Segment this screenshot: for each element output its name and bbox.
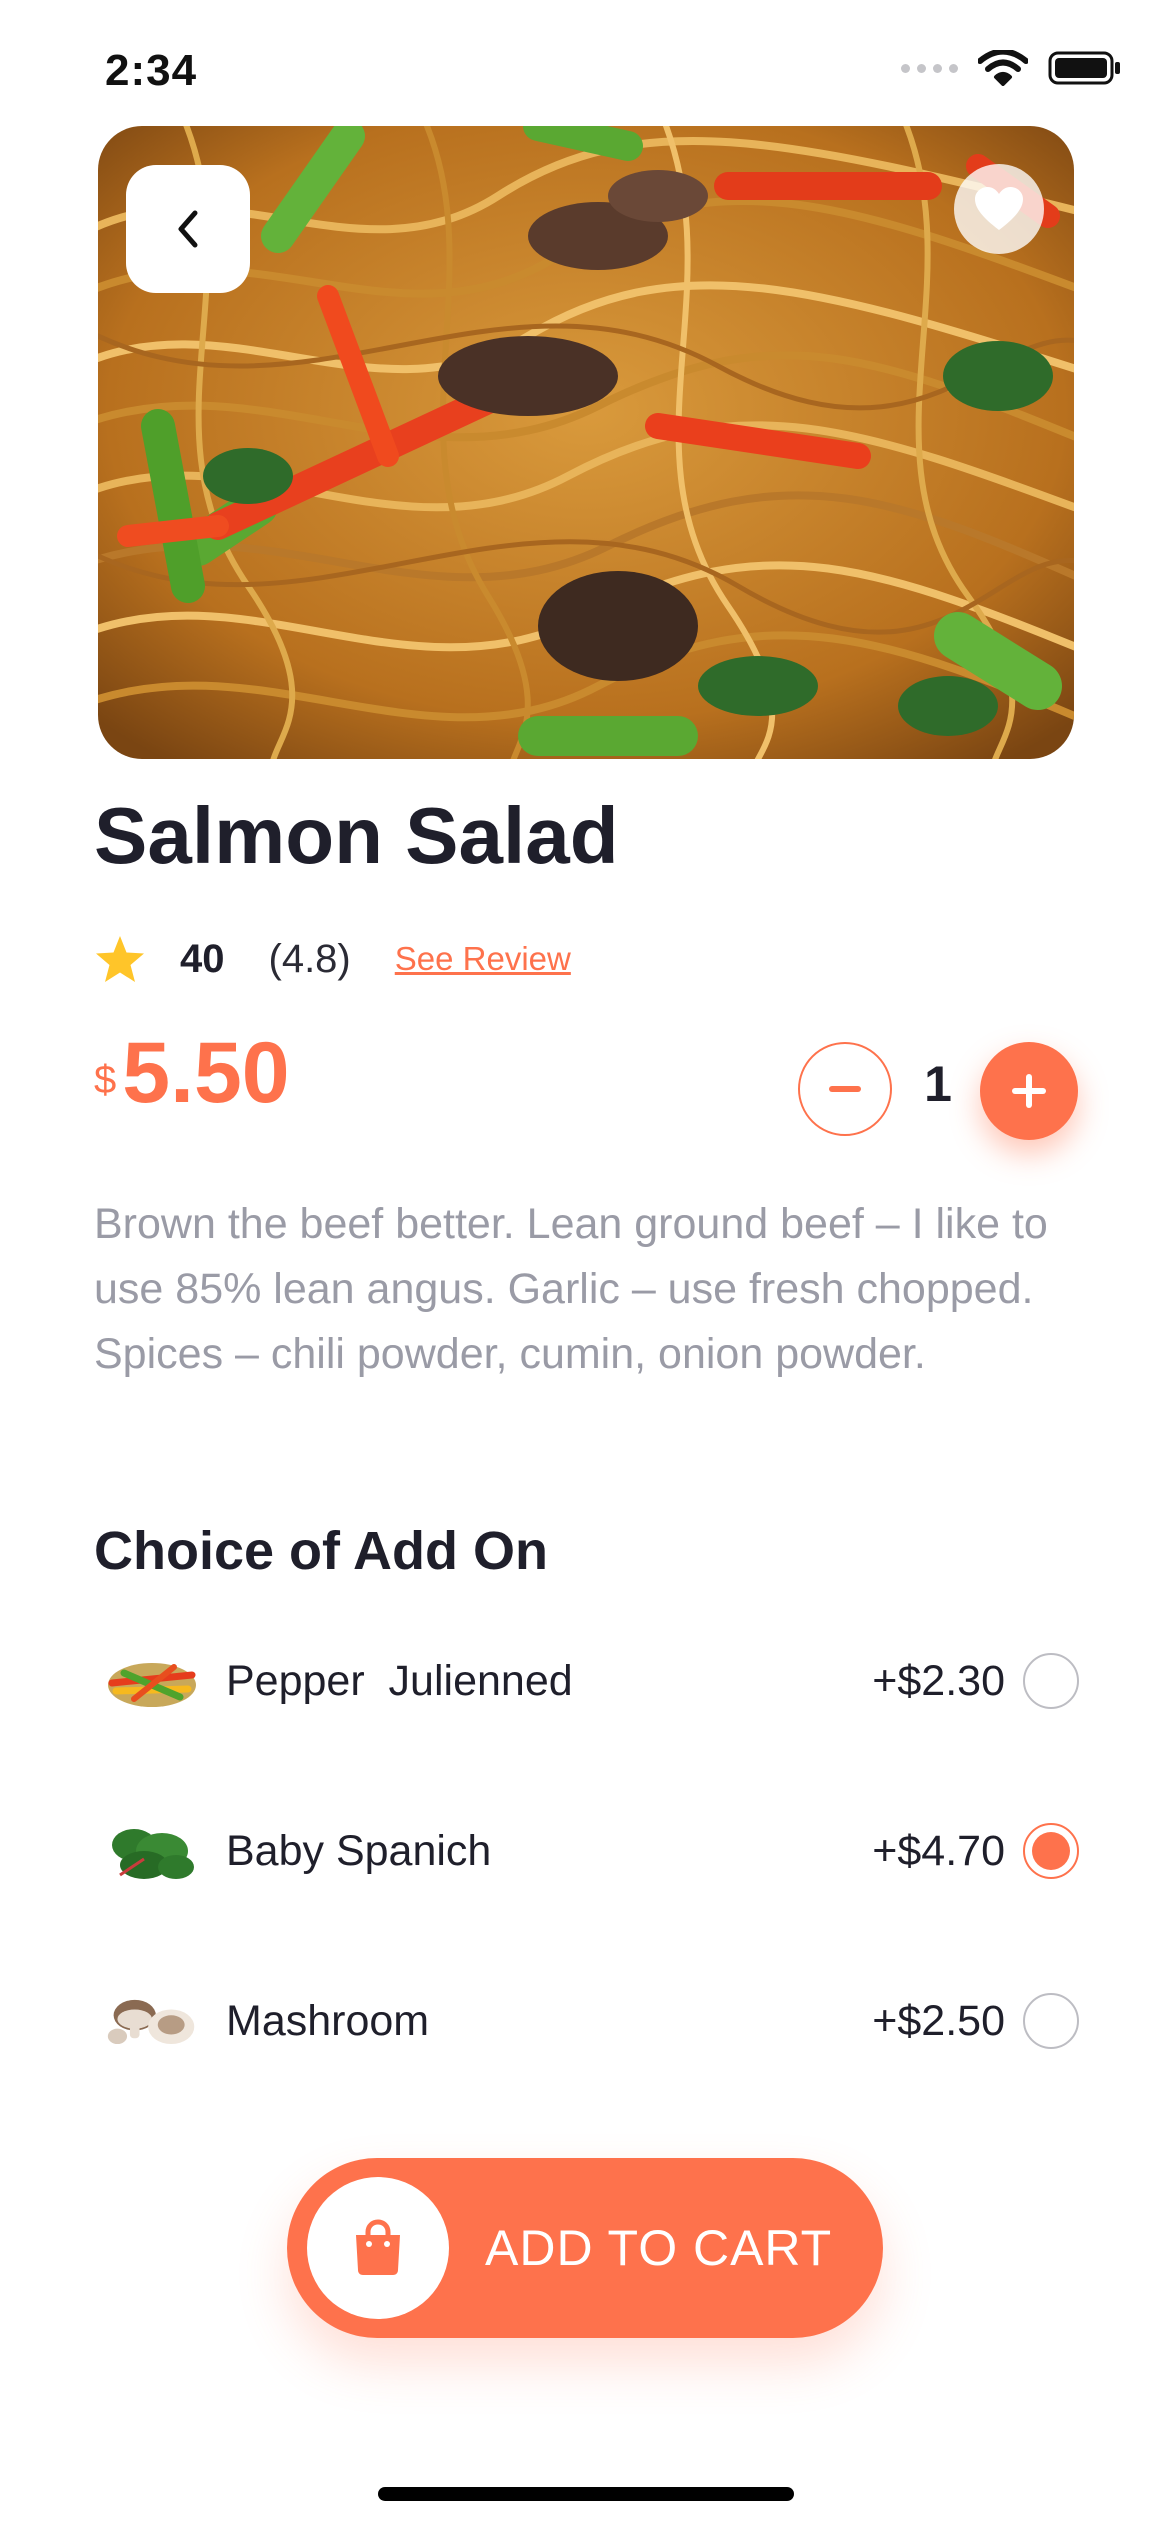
addon-radio[interactable] (1023, 1993, 1079, 2049)
star-icon (96, 936, 144, 982)
addon-name: Mashroom (226, 1996, 430, 2045)
battery-icon (1048, 51, 1120, 85)
addon-item-spinach[interactable]: Baby Spanich +$4.70 (104, 1806, 1079, 1896)
decrease-quantity-button[interactable] (798, 1042, 892, 1136)
home-indicator (378, 2487, 794, 2501)
rating-score: (4.8) (268, 936, 351, 981)
cart-icon-circle (307, 2177, 449, 2319)
plus-icon (1012, 1074, 1046, 1108)
addon-item-mushroom[interactable]: Mashroom +$2.50 (104, 1976, 1079, 2066)
spinach-thumbnail (104, 1811, 200, 1891)
add-to-cart-label: ADD TO CART (485, 2220, 833, 2276)
signal-icon (901, 63, 958, 73)
quantity-value: 1 (924, 1056, 952, 1112)
minus-icon (829, 1086, 861, 1092)
favorite-button[interactable] (954, 164, 1044, 254)
addon-radio[interactable] (1023, 1653, 1079, 1709)
addon-item-pepper[interactable]: Pepper Julienned +$2.30 (104, 1636, 1079, 1726)
status-time: 2:34 (105, 46, 198, 95)
addons-title: Choice of Add On (94, 1521, 548, 1581)
product-title: Salmon Salad (94, 791, 619, 880)
addon-name: Pepper Julienned (226, 1656, 573, 1705)
addon-price: +$2.30 (872, 1656, 1005, 1705)
increase-quantity-button[interactable] (980, 1042, 1078, 1140)
product-description: Brown the beef better. Lean ground beef … (94, 1200, 1048, 1378)
price: $ 5.50 (94, 1030, 290, 1116)
heart-icon (975, 187, 1023, 230)
add-to-cart-button[interactable]: ADD TO CART (287, 2158, 883, 2338)
back-button[interactable] (126, 165, 250, 293)
addon-radio-selected[interactable] (1023, 1823, 1079, 1879)
addon-name: Baby Spanich (226, 1826, 492, 1875)
see-review-link[interactable]: See Review (395, 940, 571, 978)
mushroom-thumbnail (104, 1981, 200, 2061)
pepper-thumbnail (104, 1641, 200, 1721)
rating-row: 40 (4.8) See Review (94, 934, 571, 984)
status-indicators (901, 50, 1122, 86)
wifi-icon (978, 50, 1028, 86)
addon-price: +$2.50 (872, 1996, 1005, 2045)
price-currency: $ (94, 1058, 117, 1102)
addon-price: +$4.70 (872, 1826, 1005, 1875)
chevron-left-icon (178, 210, 198, 248)
rating-count: 40 (180, 936, 225, 981)
shopping-bag-icon (356, 2219, 400, 2275)
price-amount: 5.50 (122, 1025, 290, 1121)
